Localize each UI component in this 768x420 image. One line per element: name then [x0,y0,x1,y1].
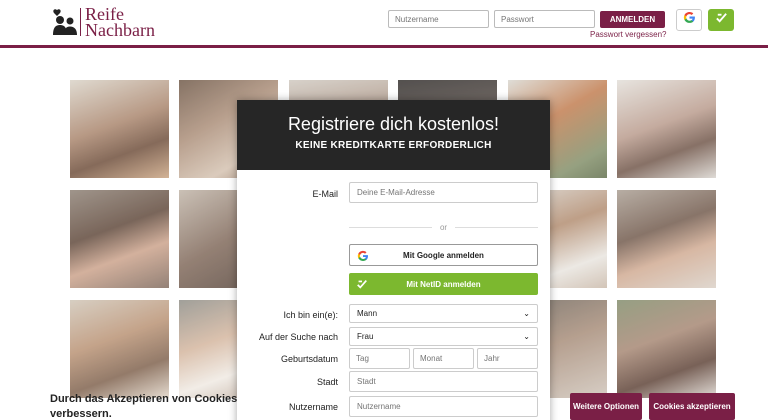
site-header: Reife Nachbarn ANMELDEN Passwort vergess… [0,0,768,48]
birth-month-input[interactable] [413,348,474,369]
or-text: or [439,222,448,232]
netid-login-button[interactable] [708,9,734,31]
netid-signup-label: Mit NetID anmelden [406,279,481,289]
gender-value: Mann [357,309,378,318]
accept-cookies-button[interactable]: Cookies akzeptieren [649,393,735,420]
login-button[interactable]: ANMELDEN [600,11,665,28]
or-divider: or [349,220,538,234]
logo-wordmark: Reife Nachbarn [85,5,155,40]
google-icon [683,11,696,29]
cookie-options-button[interactable]: Weitere Optionen [570,393,642,420]
netid-icon [356,278,368,290]
modal-header: Registriere dich kostenlos! KEINE KREDIT… [237,100,550,170]
email-label: E-Mail [312,189,338,199]
header-username-input[interactable] [388,10,489,28]
city-input[interactable] [349,371,538,392]
username-label: Nutzername [288,402,338,412]
seeking-value: Frau [357,332,374,341]
gender-select[interactable]: Mann ⌄ [349,304,538,323]
email-field[interactable] [349,182,538,203]
google-signup-button[interactable]: Mit Google anmelden [349,244,538,266]
site-logo[interactable]: Reife Nachbarn [52,5,155,40]
netid-icon [715,11,728,29]
google-login-button[interactable] [676,9,702,31]
header-password-input[interactable] [494,10,595,28]
cookie-notice-text: Durch das Akzeptieren von Cookies verbes… [50,393,238,420]
modal-title: Registriere dich kostenlos! [287,114,500,134]
chevron-down-icon: ⌄ [523,332,530,341]
modal-subtitle: KEINE KREDITKARTE ERFORDERLICH [295,140,492,151]
seeking-label: Auf der Suche nach [258,332,338,342]
birth-day-input[interactable] [349,348,410,369]
birthdate-label: Geburtsdatum [280,354,338,364]
registration-modal: Registriere dich kostenlos! KEINE KREDIT… [237,100,550,420]
username-input[interactable] [349,396,538,417]
seeking-select[interactable]: Frau ⌄ [349,327,538,346]
logo-divider [80,8,81,36]
google-signup-label: Mit Google anmelden [403,250,484,260]
netid-signup-button[interactable]: Mit NetID anmelden [349,273,538,295]
google-icon [357,250,369,262]
birth-year-input[interactable] [477,348,538,369]
logo-line-2: Nachbarn [85,20,155,40]
chevron-down-icon: ⌄ [523,309,530,318]
forgot-password-link[interactable]: Passwort vergessen? [590,30,666,39]
couple-logo-icon [52,7,78,37]
gender-label: Ich bin ein(e): [283,310,338,320]
city-label: Stadt [316,377,338,387]
